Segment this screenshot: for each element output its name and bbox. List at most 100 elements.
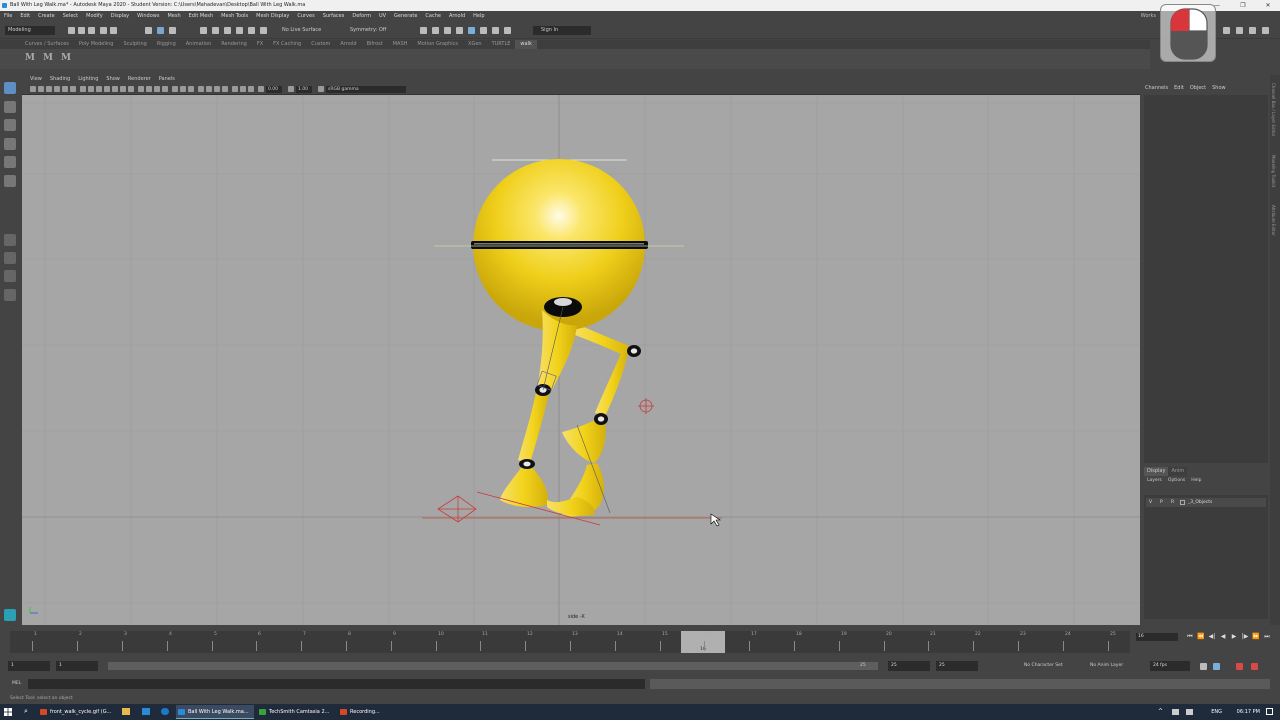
menu-mesh-display[interactable]: Mesh Display [252, 11, 293, 22]
shelf-tab-xgen[interactable]: XGen [463, 40, 487, 49]
layer-playback-toggle[interactable]: P [1160, 498, 1163, 507]
menu-edit-mesh[interactable]: Edit Mesh [185, 11, 217, 22]
hypershade-icon[interactable] [456, 27, 463, 34]
xray-icon[interactable] [162, 86, 168, 92]
search-icon[interactable]: ⌕ [24, 707, 28, 716]
snap-center-icon[interactable] [260, 27, 267, 34]
cb-menu-edit[interactable]: Edit [1171, 84, 1187, 93]
layer-tab-display[interactable]: Display [1144, 467, 1169, 476]
fps-dropdown[interactable]: 24 fps [1150, 661, 1190, 671]
exposure-icon[interactable] [258, 86, 264, 92]
playback-start-field[interactable]: 1 [56, 661, 98, 671]
shelf-tab-poly-modeling[interactable]: Poly Modeling [74, 40, 119, 49]
panel-menu-renderer[interactable]: Renderer [124, 75, 155, 84]
toggle-attribute-editor-icon[interactable] [1236, 27, 1243, 34]
shelf-tab-animation[interactable]: Animation [181, 40, 217, 49]
menu-edit[interactable]: Edit [16, 11, 34, 22]
file-explorer-icon[interactable] [122, 708, 130, 715]
clock[interactable]: 06:17 PM [1237, 704, 1260, 720]
single-view-icon[interactable] [4, 234, 16, 246]
shelf-tab-motion-graphics[interactable]: Motion Graphics [412, 40, 463, 49]
menu-generate[interactable]: Generate [390, 11, 421, 22]
current-frame-field[interactable]: 16 [1136, 633, 1178, 641]
pause-icon[interactable] [504, 27, 511, 34]
panel-menu-show[interactable]: Show [102, 75, 124, 84]
shelf-button-3[interactable]: M [61, 53, 71, 63]
menu-file[interactable]: File [0, 11, 16, 22]
bookmarks-icon[interactable] [46, 86, 52, 92]
tray-chevron-icon[interactable]: ^ [1158, 708, 1163, 715]
layer-color-swatch[interactable] [1180, 500, 1185, 505]
language-indicator[interactable]: ENG [1211, 704, 1222, 720]
shelf-button-2[interactable]: M [43, 53, 53, 63]
go-to-start-icon[interactable]: ⏮ [1186, 633, 1194, 641]
restore-button[interactable]: ❐ [1232, 0, 1254, 11]
textured-icon[interactable] [172, 86, 178, 92]
shelf-tab-arnold[interactable]: Arnold [335, 40, 361, 49]
film-gate-icon[interactable] [88, 86, 94, 92]
auto-key-icon[interactable] [1213, 663, 1220, 670]
side-tab-attribute-editor[interactable]: Attribute Editor [1271, 205, 1276, 236]
resolution-gate-icon[interactable] [96, 86, 102, 92]
snap-view-icon[interactable] [236, 27, 243, 34]
toggle-channel-box-icon[interactable] [1262, 27, 1269, 34]
menu-cache[interactable]: Cache [421, 11, 445, 22]
safe-action-icon[interactable] [120, 86, 126, 92]
foot-locator-target[interactable] [638, 398, 654, 414]
shelf-tab-fx[interactable]: FX [252, 40, 268, 49]
grid-toggle-icon[interactable] [80, 86, 86, 92]
render-view-icon[interactable] [468, 27, 475, 34]
default-material-icon[interactable] [154, 86, 160, 92]
arnold-render-icon[interactable] [480, 27, 487, 34]
layer-menu-options[interactable]: Options [1165, 476, 1188, 486]
new-scene-icon[interactable] [68, 27, 75, 34]
persp-outliner-icon[interactable] [4, 270, 16, 282]
redo-icon[interactable] [110, 27, 117, 34]
back-leg[interactable] [562, 323, 641, 517]
panel-menu-shading[interactable]: Shading [46, 75, 74, 84]
select-camera-icon[interactable] [30, 86, 36, 92]
select-tool-icon[interactable] [4, 82, 16, 94]
menu-surfaces[interactable]: Surfaces [319, 11, 349, 22]
taskbar-item-maya[interactable]: Ball With Leg Walk.ma... [176, 705, 254, 719]
menu-modify[interactable]: Modify [82, 11, 107, 22]
viewport-side[interactable]: side -X [22, 95, 1140, 625]
cb-menu-show[interactable]: Show [1209, 84, 1229, 93]
shelf-button-1[interactable]: M [25, 53, 35, 63]
shadows-icon[interactable] [188, 86, 194, 92]
safe-title-icon[interactable] [128, 86, 134, 92]
snap-curve-icon[interactable] [212, 27, 219, 34]
layer-row[interactable]: V P R _3_Objects [1146, 498, 1266, 507]
shelf-tab-fx-caching[interactable]: FX Caching [268, 40, 306, 49]
shelf-tab-rendering[interactable]: Rendering [216, 40, 252, 49]
menu-help[interactable]: Help [469, 11, 488, 22]
xray-joints-icon[interactable] [240, 86, 246, 92]
taskbar-item-camtasia[interactable]: TechSmith Camtasia 2... [257, 705, 335, 719]
layer-menu-help[interactable]: Help [1188, 476, 1204, 486]
layer-menu-layers[interactable]: Layers [1144, 476, 1165, 486]
outliner-layout-icon[interactable] [4, 289, 16, 301]
command-language-label[interactable]: MEL [12, 679, 21, 689]
smooth-shade-icon[interactable] [146, 86, 152, 92]
panel-menu-lighting[interactable]: Lighting [74, 75, 102, 84]
menu-arnold[interactable]: Arnold [445, 11, 469, 22]
taskbar-item-recording[interactable]: Recording... [338, 705, 398, 719]
edge-icon[interactable] [161, 708, 169, 715]
menu-create[interactable]: Create [34, 11, 59, 22]
isolate-select-icon[interactable] [232, 86, 238, 92]
side-tab-modeling-toolkit[interactable]: Modeling Toolkit [1271, 155, 1276, 187]
animation-end-field[interactable]: 25 [936, 661, 978, 671]
cb-menu-object[interactable]: Object [1187, 84, 1209, 93]
cb-menu-channels[interactable]: Channels [1142, 84, 1171, 93]
toggle-modeling-toolkit-icon[interactable] [1223, 27, 1230, 34]
channel-list[interactable] [1144, 95, 1268, 463]
camera-attributes-icon[interactable] [38, 86, 44, 92]
step-forward-frame-icon[interactable]: |▶ [1241, 633, 1249, 641]
screen-space-ao-icon[interactable] [198, 86, 204, 92]
step-forward-key-icon[interactable]: ⏩ [1252, 633, 1260, 641]
go-to-end-icon[interactable]: ⏭ [1263, 633, 1271, 641]
menu-windows[interactable]: Windows [133, 11, 163, 22]
depth-of-field-icon[interactable] [222, 86, 228, 92]
menu-uv[interactable]: UV [375, 11, 390, 22]
panel-menu-panels[interactable]: Panels [155, 75, 179, 84]
